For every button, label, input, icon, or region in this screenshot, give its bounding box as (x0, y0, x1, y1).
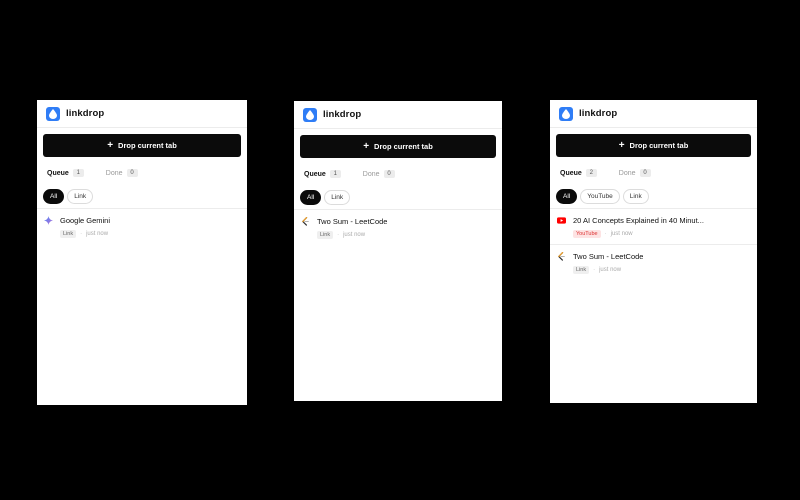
plus-icon: + (107, 139, 114, 151)
done-count-badge: 0 (639, 169, 651, 177)
item-title: Two Sum - LeetCode (573, 252, 644, 261)
done-count-badge: 0 (383, 170, 395, 178)
list-item[interactable]: 20 AI Concepts Explained in 40 Minut... … (550, 209, 757, 245)
youtube-icon (557, 216, 566, 225)
tab-done-label: Done (618, 169, 636, 177)
item-type-badge: Link (573, 266, 590, 274)
drop-current-tab-button[interactable]: + Drop current tab (43, 134, 241, 157)
drop-logo-icon (46, 106, 60, 121)
separator-dot: · (604, 231, 607, 237)
filter-chips: All YouTube Link (556, 189, 751, 204)
item-title: Two Sum - LeetCode (317, 217, 388, 226)
queue-list: Two Sum - LeetCode Link · just now (294, 209, 502, 245)
tab-done-label: Done (362, 170, 380, 178)
drop-button-label: Drop current tab (374, 142, 433, 151)
drop-logo-icon (303, 107, 317, 122)
list-item[interactable]: Two Sum - LeetCode Link · just now (550, 245, 757, 280)
drop-button-label: Drop current tab (118, 141, 177, 150)
list-item[interactable]: Google Gemini Link · just now (37, 209, 247, 244)
tab-queue[interactable]: Queue 1 (300, 170, 345, 178)
drop-current-tab-button[interactable]: + Drop current tab (556, 134, 751, 157)
tab-queue-label: Queue (304, 170, 326, 178)
tab-done[interactable]: Done 0 (359, 170, 399, 178)
separator-dot: · (80, 231, 83, 237)
filter-chip-all[interactable]: All (43, 189, 65, 204)
queue-count-badge: 1 (72, 169, 84, 177)
popup-header: linkdrop (550, 100, 757, 128)
popup-header: linkdrop (37, 100, 247, 128)
tab-done[interactable]: Done 0 (615, 169, 655, 177)
queue-done-tabs: Queue 1 Done 0 (300, 167, 496, 181)
brand-name: linkdrop (579, 108, 618, 119)
tab-queue[interactable]: Queue 1 (43, 169, 88, 177)
filter-chips: All Link (300, 190, 496, 205)
leetcode-icon (301, 217, 310, 226)
brand-name: linkdrop (323, 109, 362, 120)
item-title: Google Gemini (60, 216, 111, 225)
queue-count-badge: 2 (585, 169, 597, 177)
tab-done-label: Done (105, 169, 123, 177)
popup-panel-2: linkdrop + Drop current tab Queue 1 Done… (294, 101, 502, 401)
popup-panel-1: linkdrop + Drop current tab Queue 1 Done… (37, 100, 247, 405)
gemini-icon (44, 216, 53, 225)
list-item[interactable]: Two Sum - LeetCode Link · just now (294, 210, 502, 245)
item-type-badge: YouTube (573, 230, 601, 238)
tab-queue-label: Queue (47, 169, 69, 177)
item-timestamp: just now (86, 231, 109, 237)
tab-queue-label: Queue (560, 169, 582, 177)
item-title: 20 AI Concepts Explained in 40 Minut... (573, 216, 704, 225)
brand-name: linkdrop (66, 108, 105, 119)
stage: linkdrop + Drop current tab Queue 1 Done… (0, 0, 800, 500)
done-count-badge: 0 (126, 169, 138, 177)
separator-dot: · (337, 232, 340, 238)
filter-chips: All Link (43, 189, 241, 204)
queue-done-tabs: Queue 1 Done 0 (43, 166, 241, 180)
queue-list: 20 AI Concepts Explained in 40 Minut... … (550, 208, 757, 280)
queue-count-badge: 1 (329, 170, 341, 178)
drop-current-tab-button[interactable]: + Drop current tab (300, 135, 496, 158)
popup-header: linkdrop (294, 101, 502, 129)
filter-chip-all[interactable]: All (300, 190, 322, 205)
filter-chip-link[interactable]: Link (67, 189, 94, 204)
queue-done-tabs: Queue 2 Done 0 (556, 166, 751, 180)
plus-icon: + (363, 140, 370, 152)
item-timestamp: just now (343, 232, 366, 238)
filter-chip-link[interactable]: Link (622, 189, 649, 204)
item-timestamp: just now (610, 231, 633, 237)
item-type-badge: Link (317, 231, 334, 239)
separator-dot: · (593, 267, 596, 273)
drop-logo-icon (559, 106, 573, 121)
queue-list: Google Gemini Link · just now (37, 208, 247, 244)
item-type-badge: Link (60, 230, 77, 238)
tab-done[interactable]: Done 0 (102, 169, 142, 177)
filter-chip-link[interactable]: Link (324, 190, 351, 205)
popup-panel-3: linkdrop + Drop current tab Queue 2 Done… (550, 100, 757, 403)
item-timestamp: just now (599, 267, 622, 273)
tab-queue[interactable]: Queue 2 (556, 169, 601, 177)
filter-chip-youtube[interactable]: YouTube (580, 189, 620, 204)
plus-icon: + (618, 139, 625, 151)
filter-chip-all[interactable]: All (556, 189, 578, 204)
drop-button-label: Drop current tab (629, 141, 689, 150)
leetcode-icon (557, 252, 566, 261)
